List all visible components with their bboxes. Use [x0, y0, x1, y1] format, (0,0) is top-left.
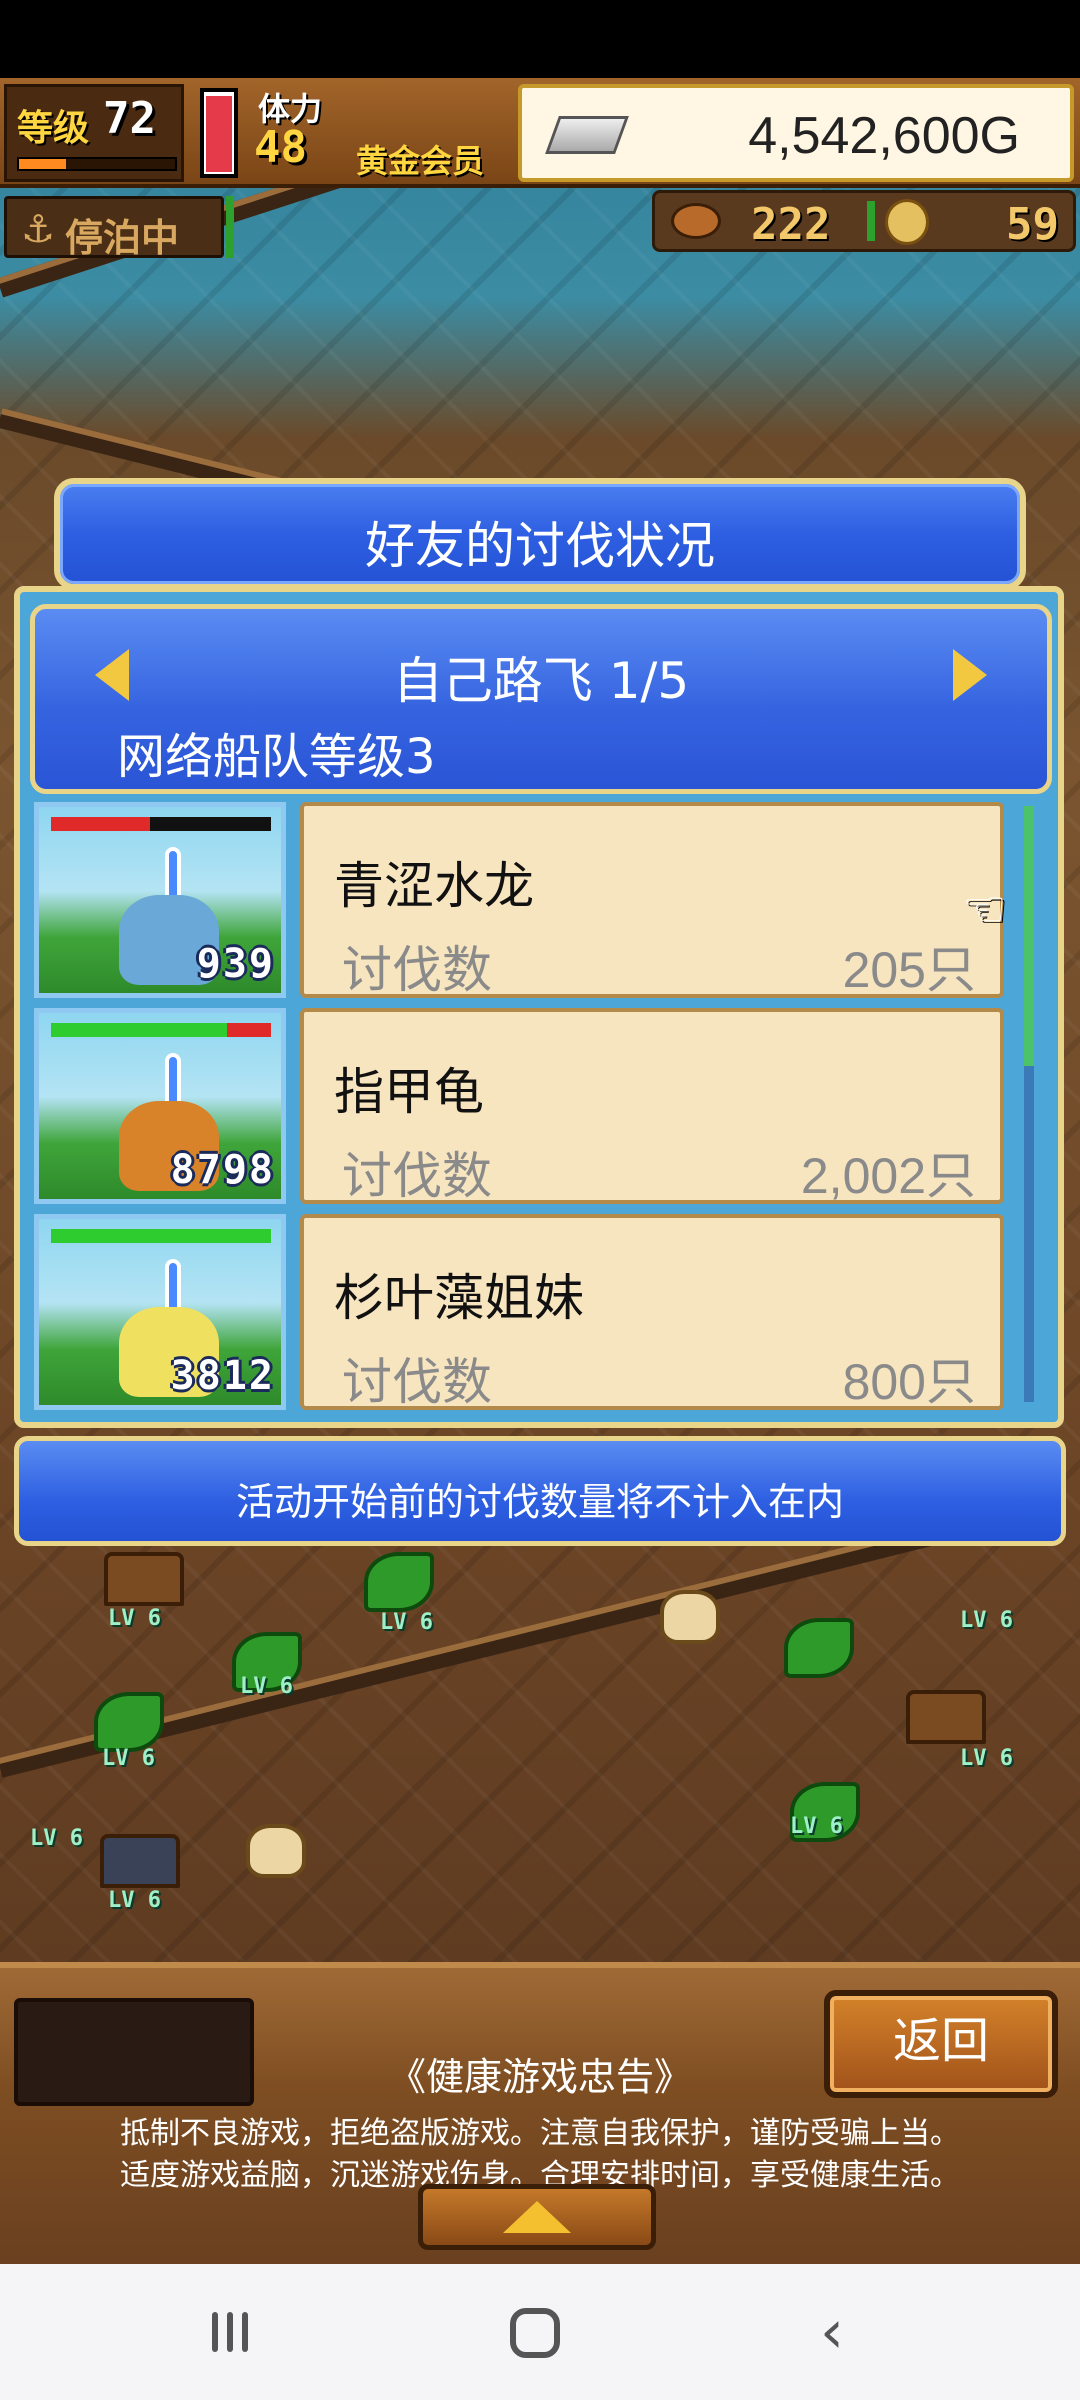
item-level-tag: LV 6 [30, 1826, 83, 1851]
defeat-count-label: 讨伐数 [342, 941, 492, 999]
monster-thumbnail: 3812 [34, 1214, 286, 1410]
exp-bar [17, 157, 177, 171]
health-notice-title: 《健康游戏忠告》 [387, 2055, 692, 2099]
monster-name: 指甲龟 [334, 1063, 484, 1121]
monster-list[interactable]: 939 青涩水龙 讨伐数 205只 8798 指甲龟 讨伐数 2,002只 38… [30, 798, 1030, 1418]
item-level-tag: LV 6 [790, 1814, 843, 1839]
back-nav-icon[interactable]: ‹ [820, 2302, 844, 2362]
system-nav-bar: ‹ [0, 2264, 1080, 2400]
monster-card[interactable]: 指甲龟 讨伐数 2,002只 [300, 1008, 1004, 1205]
bag-item[interactable] [660, 1590, 720, 1644]
list-item[interactable]: 939 青涩水龙 讨伐数 205只 [30, 798, 1030, 999]
monster-card[interactable]: 青涩水龙 讨伐数 205只 [300, 802, 1004, 999]
expand-menu-button[interactable] [418, 2184, 656, 2250]
health-notice-line: 抵制不良游戏，拒绝盗版游戏。注意自我保护，谨防受骗上当。 [120, 2116, 960, 2151]
bottom-panel: 返回 《健康游戏忠告》 抵制不良游戏，拒绝盗版游戏。注意自我保护，谨防受骗上当。… [0, 1962, 1080, 2264]
monster-thumbnail: 939 [34, 802, 286, 998]
meat-icon [671, 203, 721, 239]
monster-level: 939 [196, 941, 275, 987]
gold-value: 4,542,600G [748, 107, 1020, 165]
defeat-count: 2,002只 [800, 1148, 976, 1204]
leaf-item[interactable] [364, 1552, 434, 1612]
status-bar [0, 0, 1080, 78]
anchor-icon: ⚓ [21, 207, 56, 251]
item-level-tag: LV 6 [240, 1674, 293, 1699]
list-scrollbar-thumb[interactable] [1024, 806, 1034, 1066]
next-friend-arrow-icon[interactable] [953, 649, 987, 701]
hp-bar-fill [51, 1023, 227, 1037]
item-level-tag: LV 6 [102, 1746, 155, 1771]
monster-thumbnail: 8798 [34, 1008, 286, 1204]
friend-name: 自己路飞 1/5 [392, 652, 690, 710]
boulder-item[interactable] [100, 1834, 180, 1888]
pointing-hand-icon: ☜ [962, 880, 1007, 938]
recent-apps-icon[interactable] [200, 2308, 260, 2356]
list-item[interactable]: 8798 指甲龟 讨伐数 2,002只 [30, 1004, 1030, 1205]
top-hud: 等级 72 体力 48 黄金会员 4,542,600G [0, 78, 1080, 188]
item-level-tag: LV 6 [380, 1610, 433, 1635]
monster-level: 8798 [170, 1147, 275, 1193]
dock-indicator [226, 196, 234, 258]
up-arrow-icon [503, 2201, 571, 2233]
stamina-value: 48 [254, 122, 307, 173]
item-level-tag: LV 6 [108, 1888, 161, 1913]
defeat-count: 800只 [842, 1354, 976, 1410]
bag-item[interactable] [246, 1824, 306, 1878]
hp-bar-remainder [150, 817, 271, 831]
leaf-item[interactable] [784, 1618, 854, 1678]
list-item[interactable]: 3812 杉叶藻姐妹 讨伐数 800只 [30, 1210, 1030, 1411]
monster-name: 杉叶藻姐妹 [334, 1269, 584, 1327]
friend-header: 自己路飞 1/5 网络船队等级3 [30, 604, 1052, 794]
home-icon[interactable] [510, 2308, 560, 2358]
gold-panel[interactable]: 4,542,600G [518, 84, 1074, 182]
stamina-gauge [200, 88, 238, 178]
defeat-count-label: 讨伐数 [342, 1353, 492, 1411]
hp-bar-fill [51, 817, 150, 831]
level-value: 72 [103, 93, 156, 144]
hp-bar-fill [51, 1229, 271, 1243]
monster-card[interactable]: 杉叶藻姐妹 讨伐数 800只 [300, 1214, 1004, 1411]
defeat-count-label: 讨伐数 [342, 1147, 492, 1205]
hp-bar [51, 817, 271, 831]
resource-divider [867, 201, 875, 241]
member-badge: 黄金会员 [356, 142, 485, 180]
dock-status-label: 停泊中 [65, 216, 180, 260]
stamina-gauge-fill [206, 96, 232, 172]
coin-count: 59 [1006, 199, 1059, 250]
item-level-tag: LV 6 [108, 1606, 161, 1631]
hp-bar [51, 1229, 271, 1243]
leaf-item[interactable] [94, 1692, 164, 1752]
chest-item[interactable] [104, 1552, 184, 1606]
meat-count: 222 [751, 199, 831, 250]
defeat-count: 205只 [842, 942, 976, 998]
coin-icon [885, 199, 929, 245]
notice-text: 活动开始前的讨伐数量将不计入在内 [235, 1480, 844, 1524]
item-level-tag: LV 6 [960, 1608, 1013, 1633]
monster-name: 青涩水龙 [334, 857, 534, 915]
silver-bar-icon [545, 116, 629, 154]
dialog-title: 好友的讨伐状况 [365, 517, 715, 575]
dock-status-button[interactable]: ⚓ 停泊中 [4, 196, 224, 260]
hp-bar [51, 1023, 271, 1037]
fleet-level: 网络船队等级3 [117, 729, 436, 785]
resource-panel: 222 59 [652, 190, 1076, 252]
item-level-tag: LV 6 [960, 1746, 1013, 1771]
exp-bar-fill [19, 159, 66, 169]
dialog-title-banner: 好友的讨伐状况 [54, 478, 1026, 590]
level-label: 等级 [17, 108, 90, 149]
notice-banner: 活动开始前的讨伐数量将不计入在内 [14, 1436, 1066, 1546]
monster-level: 3812 [170, 1353, 275, 1399]
hp-bar-remainder [227, 1023, 271, 1037]
level-panel: 等级 72 [4, 84, 184, 182]
chest-item[interactable] [906, 1690, 986, 1744]
